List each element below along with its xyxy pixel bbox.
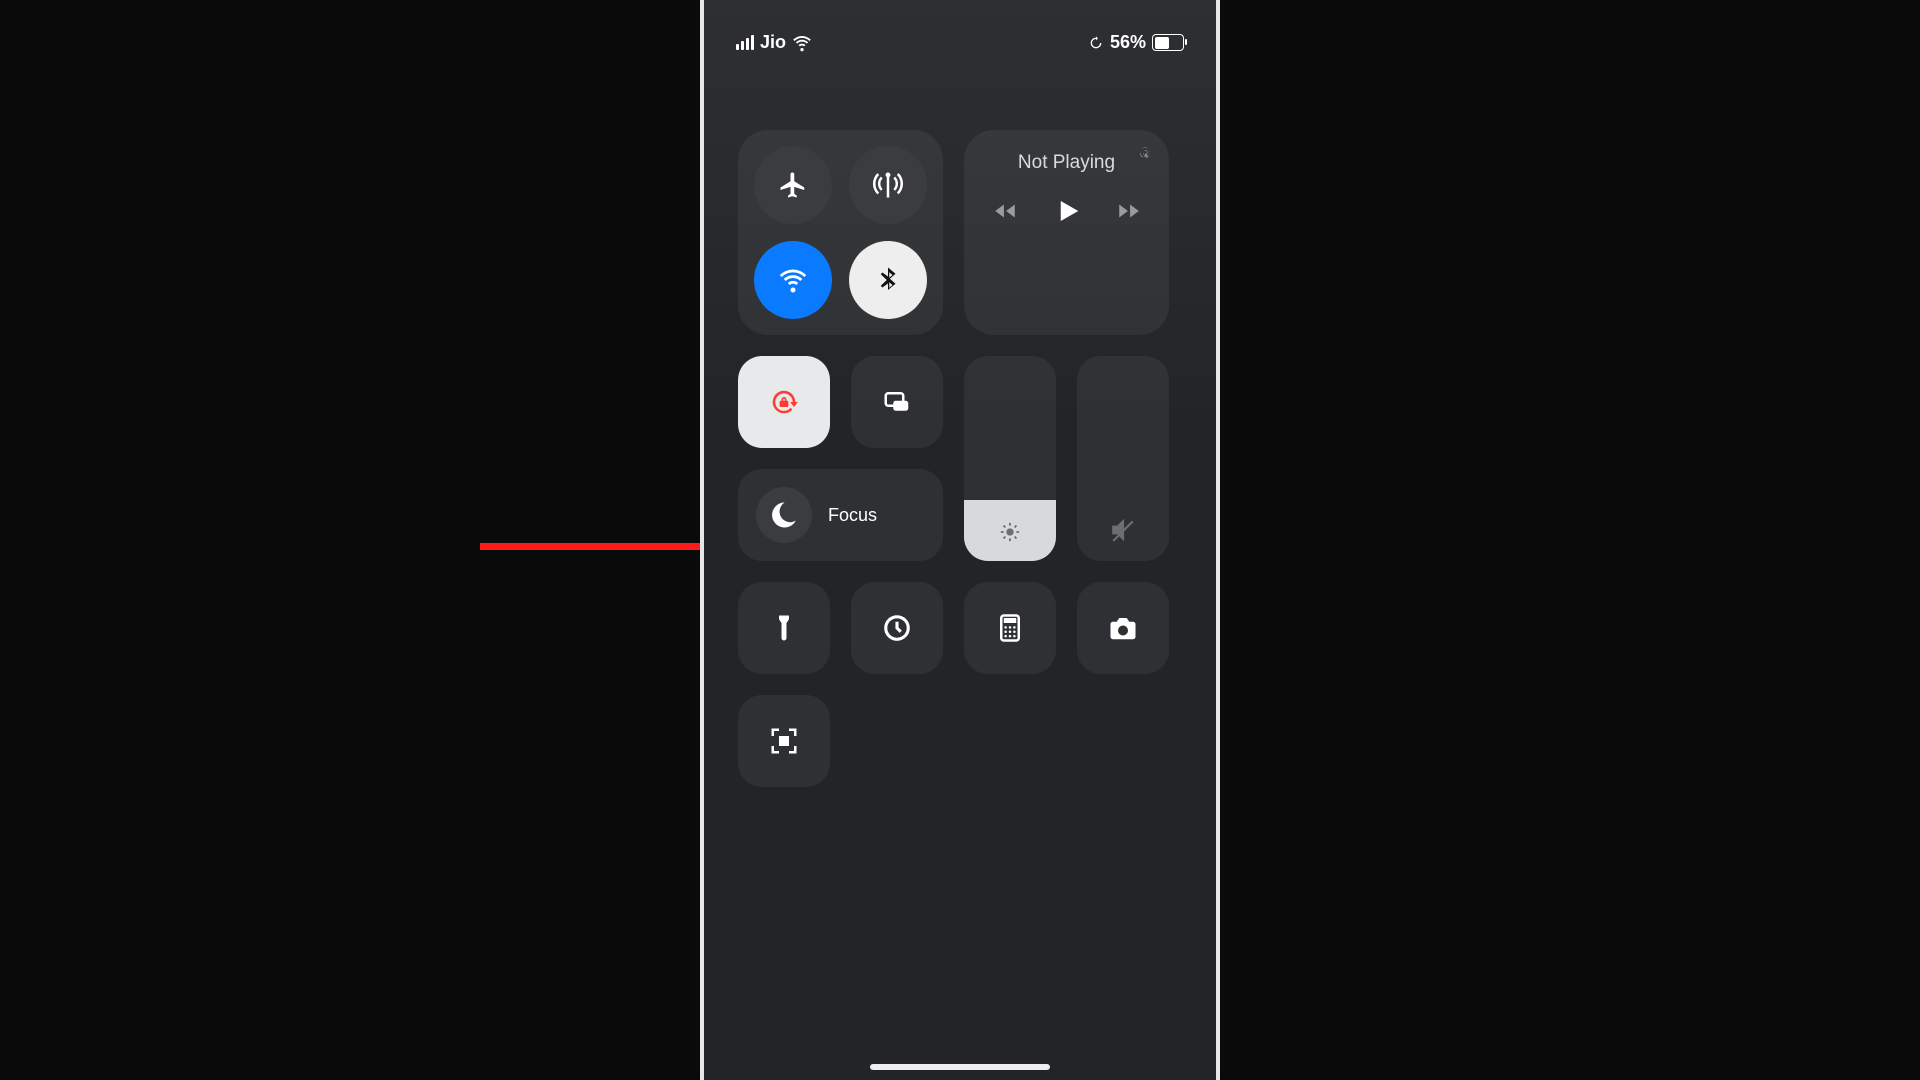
control-center-grid: Not Playing: [738, 130, 1182, 808]
home-indicator[interactable]: [870, 1064, 1050, 1070]
play-button[interactable]: [1052, 196, 1082, 231]
now-playing-title: Not Playing: [1018, 152, 1115, 174]
qr-code-icon: [769, 726, 799, 756]
flashlight-button[interactable]: [738, 582, 830, 674]
airplane-icon: [778, 170, 808, 200]
timer-button[interactable]: [851, 582, 943, 674]
wifi-toggle[interactable]: [754, 241, 832, 319]
rewind-button[interactable]: [992, 198, 1018, 229]
connectivity-group[interactable]: [738, 130, 943, 335]
qr-scanner-button[interactable]: [738, 695, 830, 787]
calculator-button[interactable]: [964, 582, 1056, 674]
forward-button[interactable]: [1116, 198, 1142, 229]
volume-muted-icon: [1110, 517, 1136, 543]
battery-percent: 56%: [1110, 32, 1146, 53]
focus-label: Focus: [828, 505, 877, 526]
focus-icon-wrap: [756, 487, 812, 543]
cellular-signal-icon: [736, 35, 754, 50]
now-playing-tile[interactable]: Not Playing: [964, 130, 1169, 335]
phone-frame: Jio 56%: [700, 0, 1220, 1080]
control-center-screen: Jio 56%: [704, 0, 1216, 1080]
carrier-label: Jio: [760, 32, 786, 53]
camera-button[interactable]: [1077, 582, 1169, 674]
timer-icon: [882, 613, 912, 643]
wifi-icon: [792, 33, 812, 53]
volume-slider[interactable]: [1077, 356, 1169, 561]
airplane-mode-toggle[interactable]: [754, 146, 832, 224]
screen-mirroring-icon: [882, 387, 912, 417]
antenna-icon: [873, 170, 903, 200]
status-bar: Jio 56%: [704, 32, 1216, 53]
bluetooth-icon: [873, 265, 903, 295]
brightness-icon: [999, 521, 1021, 543]
calculator-icon: [995, 613, 1025, 643]
brightness-slider[interactable]: [964, 356, 1056, 561]
orientation-lock-toggle[interactable]: [738, 356, 830, 448]
focus-button[interactable]: Focus: [738, 469, 943, 561]
orientation-lock-icon: [769, 387, 799, 417]
battery-icon: [1152, 34, 1184, 51]
moon-icon: [769, 500, 799, 530]
orientation-lock-status-icon: [1088, 35, 1104, 51]
bluetooth-toggle[interactable]: [849, 241, 927, 319]
flashlight-icon: [769, 613, 799, 643]
annotation-arrow: [480, 543, 720, 550]
camera-icon: [1108, 613, 1138, 643]
screen-mirroring-button[interactable]: [851, 356, 943, 448]
airplay-icon: [1137, 144, 1155, 167]
stage: Jio 56%: [0, 0, 1920, 1080]
cellular-data-toggle[interactable]: [849, 146, 927, 224]
wifi-icon: [778, 265, 808, 295]
